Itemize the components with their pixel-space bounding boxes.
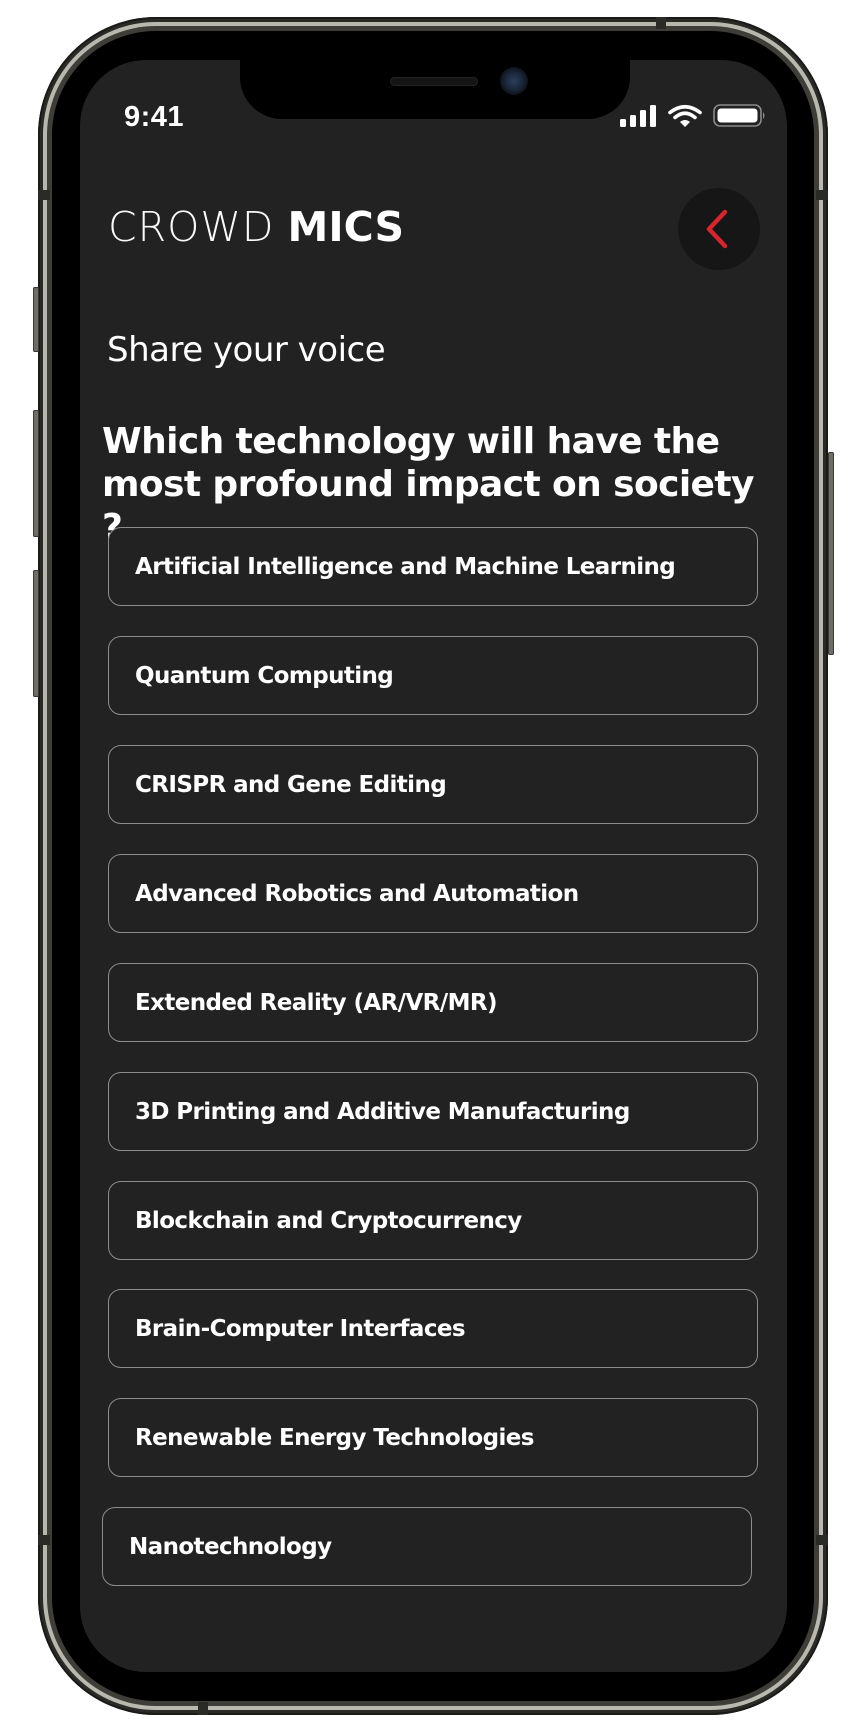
poll-option[interactable]: Quantum Computing	[108, 636, 758, 715]
poll-option-label: Renewable Energy Technologies	[135, 1424, 534, 1451]
poll-option[interactable]: CRISPR and Gene Editing	[108, 745, 758, 824]
poll-option[interactable]: Extended Reality (AR/VR/MR)	[108, 963, 758, 1042]
front-camera	[500, 67, 528, 95]
logo-word-crowd: CROWD	[108, 203, 275, 251]
status-icons	[618, 103, 768, 129]
poll-option-label: Blockchain and Cryptocurrency	[135, 1207, 522, 1234]
poll-option-label: 3D Printing and Additive Manufacturing	[135, 1098, 630, 1125]
logo-word-mics: MICS	[287, 203, 404, 251]
status-time: 9:41	[124, 101, 185, 133]
poll-option[interactable]: Nanotechnology	[102, 1507, 752, 1586]
poll-option-label: Extended Reality (AR/VR/MR)	[135, 989, 497, 1016]
poll-option[interactable]: Advanced Robotics and Automation	[108, 854, 758, 933]
earpiece-speaker	[390, 77, 478, 86]
poll-option-label: Brain-Computer Interfaces	[135, 1315, 466, 1342]
poll-option[interactable]: Brain-Computer Interfaces	[108, 1289, 758, 1368]
poll-option-label: Nanotechnology	[129, 1533, 332, 1560]
volume-up-button	[33, 410, 39, 537]
poll-option[interactable]: Blockchain and Cryptocurrency	[108, 1181, 758, 1260]
poll-option-label: Advanced Robotics and Automation	[135, 880, 579, 907]
poll-option-label: Artificial Intelligence and Machine Lear…	[135, 553, 676, 580]
antenna-line	[38, 1535, 50, 1545]
wifi-icon	[668, 104, 702, 127]
poll-option-label: Quantum Computing	[135, 662, 394, 689]
antenna-line	[816, 1535, 828, 1545]
silent-switch	[33, 287, 39, 352]
cellular-signal-icon	[620, 105, 656, 127]
poll-option-label: CRISPR and Gene Editing	[135, 771, 447, 798]
chevron-left-icon	[706, 209, 728, 249]
back-button[interactable]	[678, 188, 760, 270]
power-button	[828, 452, 834, 655]
poll-option[interactable]: Renewable Energy Technologies	[108, 1398, 758, 1477]
antenna-line	[816, 190, 828, 200]
antenna-line	[656, 17, 666, 29]
poll-option[interactable]: Artificial Intelligence and Machine Lear…	[108, 527, 758, 606]
volume-down-button	[33, 570, 39, 697]
antenna-line	[38, 190, 50, 200]
antenna-line	[198, 1702, 208, 1715]
battery-icon	[713, 104, 765, 127]
section-subtitle: Share your voice	[107, 330, 386, 370]
poll-option[interactable]: 3D Printing and Additive Manufacturing	[108, 1072, 758, 1151]
app-logo: CROWD MICS	[108, 203, 404, 251]
